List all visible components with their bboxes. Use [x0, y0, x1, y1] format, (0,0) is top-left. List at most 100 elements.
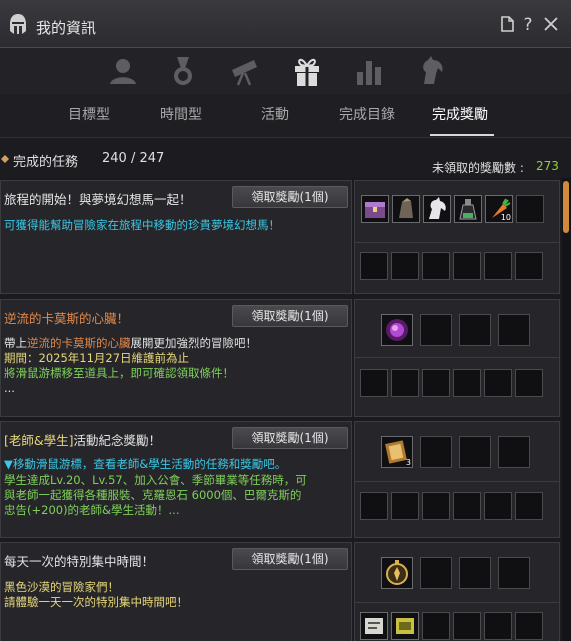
tab-goal-type[interactable]: 目標型	[68, 104, 110, 124]
reward-empty-slot	[360, 492, 388, 520]
document-icon[interactable]	[497, 14, 517, 34]
divider	[355, 357, 559, 358]
summary-row: 完成的任務 240 / 247 未領取的獎勵數 : 273	[0, 138, 571, 178]
horse-equipment-icon	[399, 198, 413, 218]
reward-empty-slot	[391, 252, 419, 280]
reward-empty-slot	[420, 436, 452, 468]
coupon-item-icon	[396, 618, 414, 634]
quest-description-line: 忠告(+200)的老師&學生活動！...	[4, 503, 180, 517]
help-icon[interactable]: ?	[518, 14, 538, 34]
reward-empty-slot	[391, 492, 419, 520]
helmet-logo-icon	[10, 14, 26, 34]
claim-reward-button[interactable]: 領取獎勵(1個)	[232, 186, 348, 208]
window-titlebar: 我的資訊 ?	[0, 0, 571, 48]
scrollbar-thumb[interactable]	[563, 181, 569, 233]
reward-empty-slot	[484, 369, 512, 397]
reward-empty-slot	[420, 557, 452, 589]
quest-period: 期間：2025年11月27日維護前為止	[4, 351, 190, 365]
reward-list: 旅程的開始！與夢境幻想馬一起！ 領取獎勵(1個) 可獲得能幫助冒險家在旅程中移動…	[0, 178, 560, 641]
reward-empty-slot	[453, 492, 481, 520]
tab-completed-list[interactable]: 完成目錄	[339, 104, 395, 124]
reward-empty-slot	[420, 314, 452, 346]
claim-reward-button[interactable]: 領取獎勵(1個)	[232, 305, 348, 327]
scrollbar-track[interactable]	[562, 178, 571, 641]
unclaimed-rewards-label: 未領取的獎勵數 :	[432, 161, 524, 175]
quest-card: [老師&學生]活動紀念獎勵！ 領取獎勵(1個) ▼移動滑鼠游標，查看老師&學生活…	[0, 421, 560, 538]
reward-empty-slot	[360, 369, 388, 397]
reward-item-slot[interactable]: 3	[381, 436, 413, 468]
reward-item-slot[interactable]	[361, 195, 389, 223]
gift-icon[interactable]	[290, 54, 324, 88]
tab-completion-rewards[interactable]: 完成獎勵	[432, 104, 488, 124]
item-quantity: 10	[500, 213, 511, 222]
quest-description: 可獲得能幫助冒險家在旅程中移動的珍貴夢境幻想馬！	[4, 218, 280, 232]
reward-item-slot[interactable]	[391, 612, 419, 640]
reward-empty-slot	[453, 612, 481, 640]
treasure-chest-icon	[365, 202, 385, 218]
quest-title: 逆流的卡莫斯的心臟！	[4, 311, 130, 326]
completed-quests-count: 240 / 247	[102, 151, 165, 166]
telescope-icon[interactable]	[228, 54, 262, 88]
quest-title: 每天一次的特別集中時間！	[4, 554, 155, 569]
heart-of-kamos-icon	[386, 319, 408, 341]
window-title: 我的資訊	[36, 19, 97, 37]
golden-crest-icon	[386, 560, 408, 585]
scroll-item-icon	[365, 618, 383, 634]
quest-description: 黑色沙漠的冒險家們！	[4, 580, 119, 594]
reward-empty-slot	[515, 612, 543, 640]
reward-item-slot[interactable]	[392, 195, 420, 223]
quest-title: [老師&學生]活動紀念獎勵！	[4, 433, 162, 448]
quest-title: 旅程的開始！與夢境幻想馬一起！	[4, 192, 192, 207]
reward-empty-slot	[516, 195, 544, 223]
reward-empty-slot	[459, 557, 491, 589]
reward-empty-slot	[422, 369, 450, 397]
claim-reward-button[interactable]: 領取獎勵(1個)	[232, 548, 348, 570]
reward-item-slot[interactable]	[360, 612, 388, 640]
tab-time-type[interactable]: 時間型	[160, 104, 202, 124]
reward-empty-slot	[459, 436, 491, 468]
tab-active-indicator	[430, 134, 494, 136]
tab-event[interactable]: 活動	[261, 104, 289, 124]
reward-item-slot[interactable]	[381, 314, 413, 346]
reward-empty-slot	[422, 252, 450, 280]
item-quantity: 3	[405, 458, 411, 467]
reward-empty-slot	[515, 369, 543, 397]
medal-icon[interactable]	[166, 54, 200, 88]
stats-bars-icon[interactable]	[352, 54, 386, 88]
tab-bar: 目標型 時間型 活動 完成目錄 完成獎勵	[0, 94, 571, 138]
diamond-bullet-icon	[1, 155, 9, 163]
reward-empty-slot	[515, 252, 543, 280]
reward-item-slot[interactable]	[423, 195, 451, 223]
claim-reward-button[interactable]: 領取獎勵(1個)	[232, 427, 348, 449]
unclaimed-rewards-count: 273	[536, 159, 559, 173]
quest-description-line: 與老師一起獲得各種服裝、克羅恩石 6000個、巴爾克斯的	[4, 488, 302, 502]
reward-empty-slot	[498, 436, 530, 468]
close-icon[interactable]	[541, 14, 561, 34]
reward-empty-slot	[360, 252, 388, 280]
quest-description-line: 學生達成Lv.20、Lv.57、加入公會、季節畢業等任務時，可	[4, 473, 307, 487]
quest-card: 旅程的開始！與夢境幻想馬一起！ 領取獎勵(1個) 可獲得能幫助冒險家在旅程中移動…	[0, 180, 560, 294]
quest-card: 每天一次的特別集中時間！ 領取獎勵(1個) 黑色沙漠的冒險家們！ 請體驗一天一次…	[0, 542, 560, 641]
profile-icon[interactable]	[106, 54, 140, 88]
reward-empty-slot	[498, 557, 530, 589]
quest-more: ...	[4, 381, 15, 395]
reward-empty-slot	[422, 492, 450, 520]
reward-empty-slot	[484, 612, 512, 640]
reward-empty-slot	[453, 369, 481, 397]
reward-empty-slot	[422, 612, 450, 640]
reward-empty-slot	[484, 252, 512, 280]
quest-description-line: 請體驗一天一次的特別集中時間吧！	[4, 595, 188, 609]
potion-flask-icon	[459, 199, 477, 220]
quest-hint: 將滑鼠游標移至道具上，即可確認領取條件！	[4, 366, 234, 380]
quest-description: ▼移動滑鼠游標，查看老師&學生活動的任務和獎勵吧。	[4, 457, 287, 471]
divider	[355, 242, 559, 243]
horse-icon[interactable]	[414, 54, 448, 88]
reward-item-slot[interactable]	[454, 195, 482, 223]
reward-item-slot[interactable]: 10	[485, 195, 513, 223]
reward-item-slot[interactable]	[381, 557, 413, 589]
divider	[355, 481, 559, 482]
quest-description: 帶上逆流的卡莫斯的心臟展開更加強烈的冒險吧！	[4, 336, 257, 350]
reward-empty-slot	[515, 492, 543, 520]
quest-card: 逆流的卡莫斯的心臟！ 領取獎勵(1個) 帶上逆流的卡莫斯的心臟展開更加強烈的冒險…	[0, 299, 560, 417]
svg-text:?: ?	[523, 15, 532, 34]
